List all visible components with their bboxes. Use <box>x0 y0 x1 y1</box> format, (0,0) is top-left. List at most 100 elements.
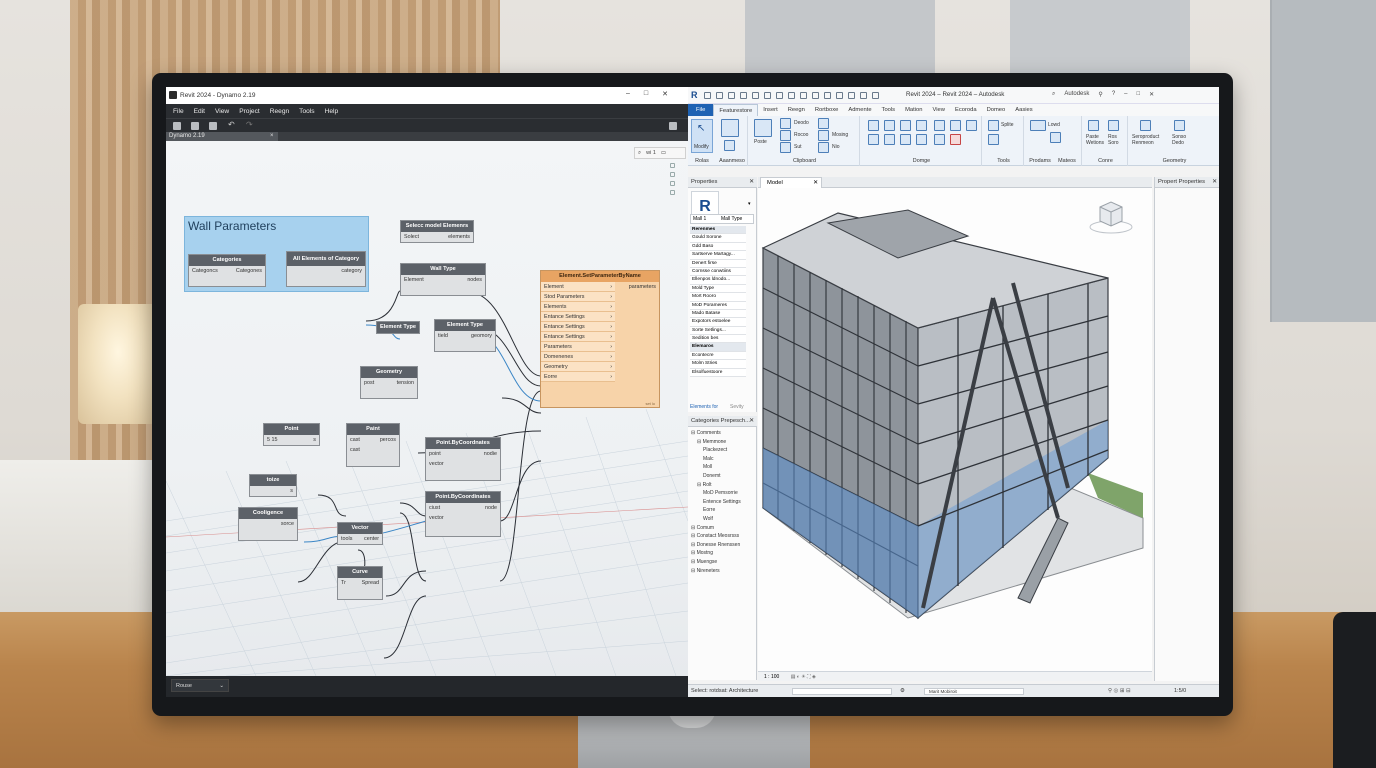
redo-icon[interactable] <box>752 92 759 99</box>
thin-lines-icon[interactable] <box>848 92 855 99</box>
browser-item[interactable]: ⊟ Mostng <box>691 549 756 558</box>
close-icon[interactable]: ✕ <box>749 177 754 188</box>
zoom-fit-icon[interactable] <box>670 190 675 195</box>
properties-row[interactable]: Econtecre <box>690 351 746 361</box>
tab-reegn[interactable]: Reegn <box>783 104 810 116</box>
text-icon[interactable] <box>812 92 819 99</box>
close-hidden-icon[interactable] <box>860 92 867 99</box>
input-port[interactable]: Elements › <box>541 302 615 312</box>
workset-field[interactable] <box>792 688 892 695</box>
node-categories[interactable]: Categories Categoncs Categones <box>188 254 266 287</box>
copy-icon[interactable] <box>780 118 791 129</box>
save-icon[interactable] <box>716 92 723 99</box>
user-name[interactable]: Autodesk <box>1064 91 1089 98</box>
menu-file[interactable]: File <box>171 108 192 115</box>
tab-close-icon[interactable]: × <box>270 132 274 141</box>
node-element-type-label[interactable]: Element Type <box>376 321 420 334</box>
trim-icon[interactable] <box>916 134 927 145</box>
viewcube-icon[interactable] <box>1088 199 1134 235</box>
minimize-icon[interactable]: – <box>1124 91 1127 98</box>
zoom-in-icon[interactable] <box>670 163 675 168</box>
port-in[interactable]: vector <box>429 513 444 523</box>
copy-element-icon[interactable] <box>884 134 895 145</box>
browser-item[interactable]: ⊟ Donesse Rnenssen <box>691 541 756 550</box>
dimension-icon[interactable] <box>788 92 795 99</box>
port-out[interactable]: elements <box>448 232 470 242</box>
paste-options-icon[interactable] <box>1088 120 1099 131</box>
open-icon[interactable] <box>704 92 711 99</box>
input-port[interactable]: Entance Settings › <box>541 312 615 322</box>
port-in[interactable]: point <box>429 449 441 459</box>
3d-view-icon[interactable] <box>824 92 831 99</box>
port-out[interactable]: sorce <box>281 519 294 529</box>
properties-row[interactable]: Gould Sorone <box>690 234 746 243</box>
browser-item[interactable]: Eorre <box>691 506 756 515</box>
node-select-model-elements[interactable]: Selecc model Elemenrs Solect elements <box>400 220 474 243</box>
input-port[interactable]: Element › <box>541 282 615 292</box>
cut-icon[interactable] <box>780 130 791 141</box>
new-file-icon[interactable] <box>173 122 181 130</box>
properties-row[interactable]: Molm Stries <box>690 360 746 369</box>
port-in[interactable]: vector <box>429 459 444 469</box>
splite-label[interactable]: Splite <box>1001 122 1014 128</box>
graph-canvas[interactable]: ⌕ wi 1 ▭ Wall Parameters Categories Cate… <box>166 141 688 676</box>
input-port[interactable]: Parameters › <box>541 342 615 352</box>
node-paint[interactable]: Paint cast percos cast <box>346 423 400 467</box>
apply-button[interactable]: Sevity <box>730 404 744 410</box>
tab-mation[interactable]: Mation <box>900 104 927 116</box>
seroproduct-label[interactable]: Seroproduct Renmeon <box>1132 134 1170 146</box>
delete-icon[interactable] <box>950 134 961 145</box>
properties-row[interactable]: Gdd Baso <box>690 242 746 252</box>
properties-row[interactable]: Denert firse <box>690 259 746 268</box>
properties-row[interactable]: Expotors estoelee <box>690 318 746 327</box>
properties-help-link[interactable]: Elements for <box>690 404 718 410</box>
open-folder-icon[interactable] <box>191 122 199 130</box>
help-icon[interactable]: ? <box>1112 91 1115 98</box>
properties-row[interactable]: Sartserve Martagy... <box>690 251 746 260</box>
port-out[interactable]: s <box>290 486 293 496</box>
create-part-icon[interactable] <box>1140 120 1151 131</box>
input-port[interactable]: Entance Settings › <box>541 332 615 342</box>
filter-icon[interactable]: ⚙ <box>900 688 905 694</box>
workspace-tab[interactable]: Dynamo 2.19 <box>166 132 278 141</box>
browser-item[interactable]: ⊟ Memmone <box>691 438 756 447</box>
input-port[interactable]: Geometry › <box>541 362 615 372</box>
lowd-label[interactable]: Lowd <box>1048 122 1060 128</box>
browser-item[interactable]: ⊟ Comum <box>691 524 756 533</box>
node-vector[interactable]: Vector tools center <box>337 522 383 545</box>
input-port[interactable]: Stod Parameters › <box>541 292 615 302</box>
zoom-out-icon[interactable] <box>670 172 675 177</box>
properties-row[interactable]: Mado Batase <box>690 309 746 319</box>
port-out[interactable]: percos <box>380 435 396 445</box>
port-out[interactable]: node <box>485 503 497 513</box>
paint-icon[interactable] <box>818 130 829 141</box>
browser-item[interactable]: Donemt <box>691 472 756 481</box>
input-port[interactable]: Entance Settings › <box>541 322 615 332</box>
node-point-by-coordinates-1[interactable]: Point.ByCoordnates point nodie vector <box>425 437 501 481</box>
port-in[interactable]: Solect <box>404 232 419 242</box>
close-icon[interactable]: ✕ <box>1212 177 1217 188</box>
type-filter[interactable]: Mall 1 Mall Type <box>690 214 754 224</box>
menu-edit[interactable]: Edit <box>192 108 213 115</box>
tab-featurestore[interactable]: Featurestore <box>713 103 759 117</box>
port-in[interactable]: post <box>364 378 374 388</box>
node-element-type[interactable]: Element Type tield geomory <box>434 319 496 352</box>
pin-icon[interactable] <box>966 120 977 131</box>
split-face-icon[interactable] <box>818 142 829 153</box>
port-out[interactable]: geomory <box>471 331 492 341</box>
browser-item[interactable]: ⊟ Muengse <box>691 558 756 567</box>
join-icon[interactable] <box>780 142 791 153</box>
properties-row[interactable]: Sorte Setlings... <box>690 326 746 336</box>
chevron-down-icon[interactable]: ▾ <box>748 201 751 207</box>
create-assembly-icon[interactable] <box>1174 120 1185 131</box>
port-out[interactable]: category <box>341 266 362 276</box>
menu-view[interactable]: View <box>213 108 237 115</box>
menu-help[interactable]: Help <box>323 108 347 115</box>
canvas-search-zoom[interactable]: ⌕ wi 1 ▭ <box>634 147 686 159</box>
redo-icon[interactable]: ↷ <box>246 120 254 129</box>
node-toize[interactable]: toize s <box>249 474 297 497</box>
node-point[interactable]: Point 5 15 s <box>263 423 320 446</box>
node-curve[interactable]: Curve Tr Spread <box>337 566 383 600</box>
node-cooligence[interactable]: Cooligence sorce <box>238 507 298 541</box>
print-icon[interactable] <box>764 92 771 99</box>
